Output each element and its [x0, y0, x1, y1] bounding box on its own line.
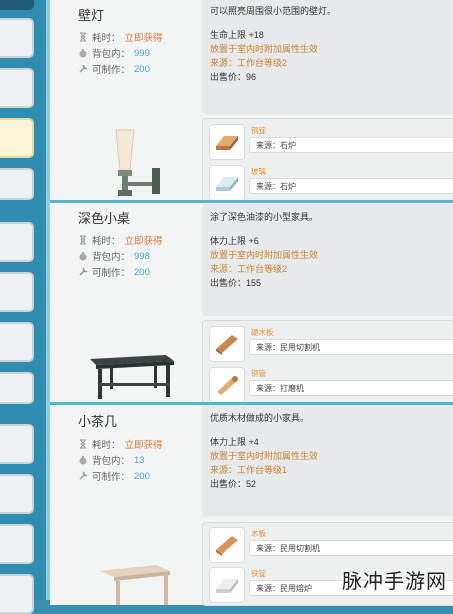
bag-stat: 背包内： 999 — [78, 46, 150, 60]
stat-bonus: 体力上限 +6 — [210, 236, 259, 246]
hardwood-plank-icon — [209, 326, 245, 362]
materials-box: 铜锭 来源：石炉 玻璃 来源：石炉 — [202, 118, 453, 202]
hourglass-icon — [80, 235, 86, 245]
wrench-icon — [79, 64, 88, 73]
wrench-icon — [79, 471, 88, 480]
sell-price: 出售价：52 — [210, 479, 257, 489]
sidebar-slot[interactable] — [0, 222, 34, 262]
hourglass-icon — [80, 439, 86, 449]
wall-lamp-image — [115, 129, 160, 196]
item-description: 涂了深色油漆的小型家具。 体力上限 +6 放置于室内时附加属性生效 来源：工作台… — [202, 204, 453, 316]
sidebar-slot-selected[interactable] — [0, 118, 34, 158]
copper-ingot-icon — [209, 124, 245, 160]
bag-icon — [79, 49, 87, 58]
sidebar-slot[interactable] — [0, 272, 34, 312]
tea-table-image — [100, 565, 170, 605]
effect-note: 放置于室内时附加属性生效 — [210, 451, 319, 461]
source-note: 来源：工作台等级1 — [210, 465, 288, 475]
sidebar-slot[interactable] — [0, 18, 34, 58]
materials-box: 硬木板 来源：民用切割机 铜管 来源：打磨机 — [202, 320, 453, 404]
craftable-stat: 可制作： 200 — [78, 265, 150, 279]
item-description: 优质木材做成的小家具。 体力上限 +4 放置于室内时附加属性生效 来源：工作台等… — [202, 405, 453, 517]
sidebar-slot[interactable] — [0, 168, 34, 200]
site-watermark: 脉冲手游网 — [342, 571, 447, 593]
time-stat: 耗时： 立即获得 — [78, 30, 163, 44]
craftable-stat: 可制作： 200 — [78, 62, 150, 76]
bag-stat: 背包内： 998 — [78, 249, 150, 263]
material-row[interactable]: 硬木板 来源：民用切割机 — [209, 326, 453, 362]
hourglass-icon — [80, 32, 86, 42]
time-stat: 耗时： 立即获得 — [78, 437, 163, 451]
sidebar-slot[interactable] — [0, 424, 34, 464]
material-row[interactable]: 铜锭 来源：石炉 — [209, 124, 453, 160]
source-note: 来源：工作台等级2 — [210, 58, 288, 68]
bag-icon — [79, 252, 87, 261]
material-row[interactable]: 玻璃 来源：石炉 — [209, 165, 453, 201]
bag-stat: 背包内： 13 — [78, 453, 145, 467]
wood-plank-icon — [209, 527, 245, 563]
item-name: 小茶几 — [78, 414, 118, 429]
stat-bonus: 体力上限 +4 — [210, 437, 259, 447]
sell-price: 出售价：96 — [210, 72, 257, 82]
stat-bonus: 生命上限 +18 — [210, 30, 264, 40]
sidebar-slot[interactable] — [0, 322, 34, 362]
craftable-stat: 可制作： 200 — [78, 469, 150, 483]
item-name: 深色小桌 — [78, 211, 131, 226]
dark-table-image — [90, 355, 174, 399]
iron-ingot-icon — [209, 567, 245, 603]
item-name: 壁灯 — [78, 8, 105, 23]
effect-note: 放置于室内时附加属性生效 — [210, 250, 319, 260]
sidebar-slot[interactable] — [0, 372, 34, 404]
sidebar-slot[interactable] — [0, 474, 34, 514]
sidebar-slot[interactable] — [0, 0, 34, 10]
sidebar-slot[interactable] — [0, 68, 34, 108]
time-stat: 耗时： 立即获得 — [78, 233, 163, 247]
sidebar-slot[interactable] — [0, 524, 34, 564]
source-note: 来源：工作台等级2 — [210, 264, 288, 274]
copper-pipe-icon — [209, 367, 245, 403]
item-description: 可以照亮周围很小范围的壁灯。 生命上限 +18 放置于室内时附加属性生效 来源：… — [202, 0, 453, 114]
material-row[interactable]: 木板 来源：民用切割机 — [209, 527, 453, 563]
material-row[interactable]: 铜管 来源：打磨机 — [209, 367, 453, 403]
sidebar-slot[interactable] — [0, 574, 34, 614]
sell-price: 出售价：155 — [210, 278, 262, 288]
glass-icon — [209, 165, 245, 201]
bag-icon — [79, 456, 87, 465]
wrench-icon — [79, 267, 88, 276]
effect-note: 放置于室内时附加属性生效 — [210, 44, 319, 54]
